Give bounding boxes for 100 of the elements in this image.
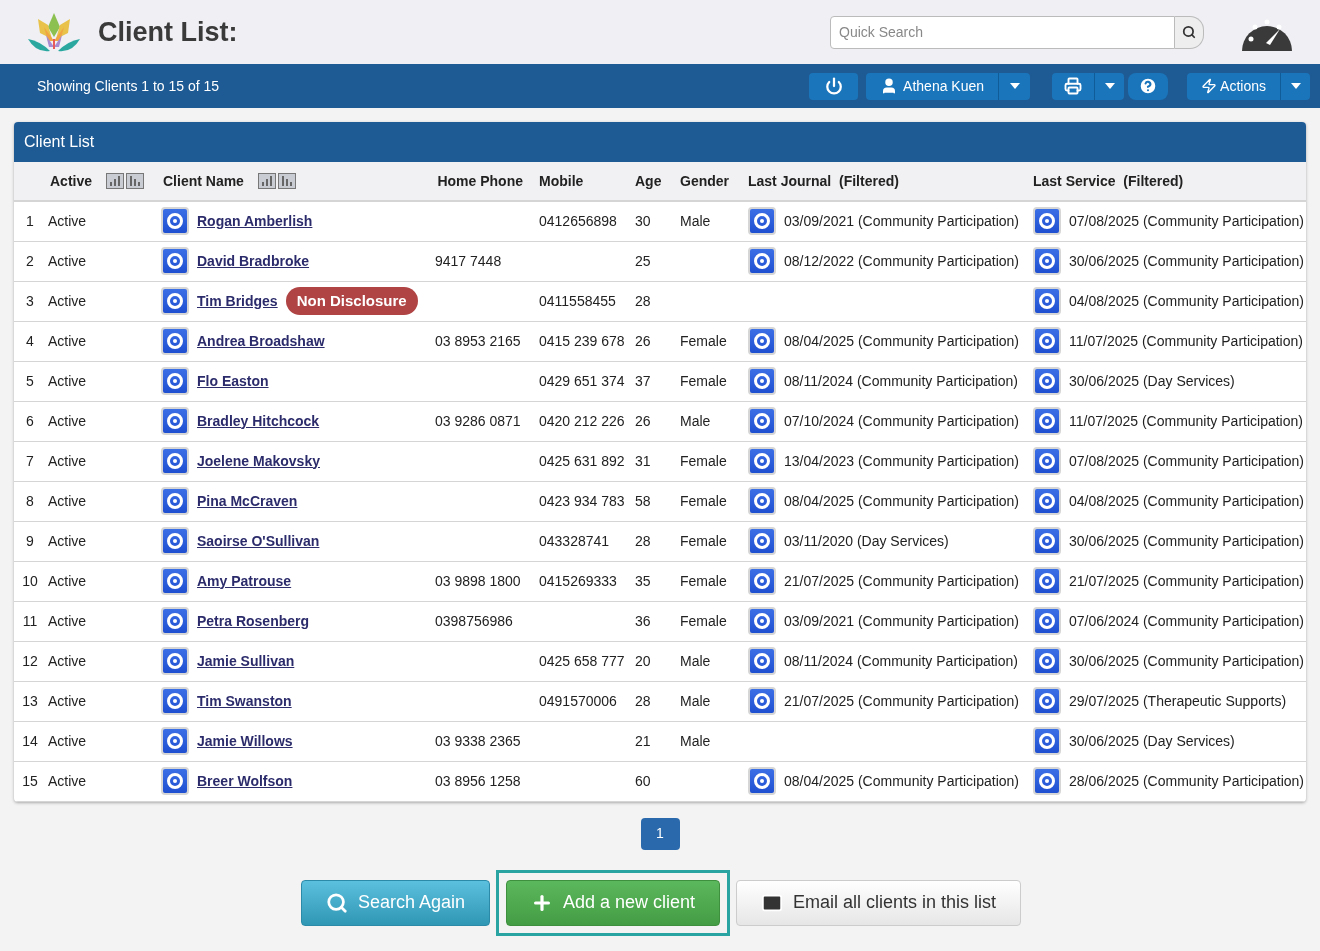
- table-cell: 0429 651 374: [539, 372, 625, 389]
- target-icon[interactable]: [1033, 367, 1061, 395]
- client-name-link[interactable]: Joelene Makovsky: [197, 450, 320, 472]
- lotus-logo-icon: [26, 11, 82, 53]
- target-icon[interactable]: [1033, 567, 1061, 595]
- target-icon[interactable]: [748, 567, 776, 595]
- power-icon: [824, 77, 843, 95]
- target-icon[interactable]: [1033, 207, 1061, 236]
- page-button[interactable]: 1: [640, 817, 680, 850]
- column-header[interactable]: Gender: [680, 170, 729, 192]
- target-icon[interactable]: [1033, 727, 1061, 755]
- table-cell: Active: [44, 281, 159, 321]
- column-header[interactable]: Active: [50, 170, 93, 192]
- target-icon[interactable]: [748, 527, 776, 555]
- client-name-link[interactable]: Tim Bridges: [197, 290, 278, 312]
- target-icon[interactable]: [1033, 687, 1061, 715]
- help-button[interactable]: [1128, 72, 1169, 100]
- row-number: 10: [14, 561, 44, 601]
- bar-chart-icon[interactable]: [106, 173, 125, 189]
- target-icon[interactable]: [1033, 247, 1061, 275]
- target-icon[interactable]: [748, 327, 776, 355]
- table-cell: 0412656898: [539, 212, 617, 229]
- target-icon[interactable]: [748, 687, 776, 715]
- table-cell: Female: [680, 332, 727, 349]
- target-icon[interactable]: [161, 607, 189, 635]
- caret-icon: [1104, 83, 1115, 89]
- power-button[interactable]: [809, 72, 859, 100]
- target-icon[interactable]: [161, 327, 189, 355]
- client-name-link[interactable]: Amy Patrouse: [197, 570, 292, 592]
- client-name-link[interactable]: Saoirse O'Sullivan: [197, 530, 320, 552]
- target-icon[interactable]: [748, 367, 776, 395]
- table-cell-text: 03/09/2021 (Community Participation): [784, 611, 1019, 631]
- target-icon[interactable]: [161, 567, 189, 595]
- target-icon[interactable]: [161, 287, 189, 315]
- table-cell: 03 9898 1800: [435, 572, 521, 589]
- table-cell: Female: [680, 532, 727, 549]
- column-header[interactable]: Last Journal (Filtered): [748, 170, 899, 192]
- target-icon[interactable]: [748, 407, 776, 435]
- table-cell: 30: [635, 212, 651, 229]
- table-cell: Active: [44, 641, 159, 681]
- target-icon[interactable]: [748, 207, 776, 236]
- target-icon[interactable]: [748, 247, 776, 275]
- client-name-link[interactable]: Breer Wolfson: [197, 770, 293, 792]
- target-icon[interactable]: [1033, 647, 1061, 675]
- target-icon[interactable]: [1033, 527, 1061, 555]
- target-icon[interactable]: [161, 647, 189, 675]
- target-icon[interactable]: [1033, 447, 1061, 475]
- column-header[interactable]: Last Service (Filtered): [1033, 170, 1184, 192]
- target-icon[interactable]: [161, 727, 189, 755]
- target-icon[interactable]: [161, 247, 189, 275]
- column-header[interactable]: Client Name: [163, 170, 244, 192]
- search-button[interactable]: [1175, 15, 1204, 49]
- target-icon[interactable]: [161, 447, 189, 475]
- target-icon[interactable]: [161, 767, 189, 795]
- bar-chart-icon[interactable]: [257, 173, 276, 189]
- table-cell: Female: [680, 612, 727, 629]
- client-name-link[interactable]: Pina McCraven: [197, 490, 298, 512]
- target-icon[interactable]: [748, 487, 776, 515]
- target-icon[interactable]: [161, 367, 189, 395]
- table-cell: 0425 631 892: [539, 452, 625, 469]
- target-icon[interactable]: [1033, 407, 1061, 435]
- table-cell-text: 30/06/2025 (Community Participation): [1069, 651, 1304, 671]
- client-name-link[interactable]: Jamie Sullivan: [197, 650, 295, 672]
- client-name-link[interactable]: Rogan Amberlish: [197, 210, 313, 232]
- target-icon[interactable]: [1033, 487, 1061, 515]
- target-icon[interactable]: [748, 447, 776, 475]
- bar-chart-icon[interactable]: [277, 173, 296, 189]
- target-icon[interactable]: [161, 487, 189, 515]
- target-icon[interactable]: [161, 527, 189, 555]
- target-icon[interactable]: [748, 647, 776, 675]
- target-icon[interactable]: [161, 407, 189, 435]
- target-icon[interactable]: [1033, 327, 1061, 355]
- column-header[interactable]: Mobile: [539, 170, 584, 192]
- client-name-link[interactable]: David Bradbroke: [197, 250, 310, 272]
- target-icon[interactable]: [1033, 287, 1061, 315]
- client-name-link[interactable]: Petra Rosenberg: [197, 610, 310, 632]
- column-header[interactable]: Home Phone: [437, 170, 523, 192]
- target-icon[interactable]: [161, 687, 189, 715]
- column-header[interactable]: Age: [635, 170, 662, 192]
- target-icon[interactable]: [748, 767, 776, 795]
- client-name-link[interactable]: Bradley Hitchcock: [197, 410, 320, 432]
- target-icon[interactable]: [161, 207, 189, 236]
- target-icon[interactable]: [1033, 767, 1061, 795]
- table-cell-text: 08/04/2025 (Community Participation): [784, 491, 1019, 511]
- client-name-link[interactable]: Tim Swanston: [197, 690, 292, 712]
- target-icon[interactable]: [748, 607, 776, 635]
- email-button[interactable]: Email all clients in this list: [736, 879, 1022, 926]
- target-icon[interactable]: [1033, 607, 1061, 635]
- row-number: 2: [14, 241, 44, 281]
- table-cell-text: 30/06/2025 (Community Participation): [1069, 251, 1304, 271]
- client-name-link[interactable]: Andrea Broadshaw: [197, 330, 325, 352]
- bar-chart-icon[interactable]: [126, 173, 145, 189]
- table-cell-text: 08/11/2024 (Community Participation): [784, 651, 1018, 671]
- search-field[interactable]: Quick Search: [830, 15, 1175, 49]
- table-cell-text: 30/06/2025 (Community Participation): [1069, 531, 1304, 551]
- client-name-link[interactable]: Jamie Willows: [197, 730, 293, 752]
- table-cell: 03 9286 0871: [435, 412, 521, 429]
- table-cell: 26: [635, 412, 651, 429]
- table-cell: 20: [635, 652, 651, 669]
- client-name-link[interactable]: Flo Easton: [197, 370, 269, 392]
